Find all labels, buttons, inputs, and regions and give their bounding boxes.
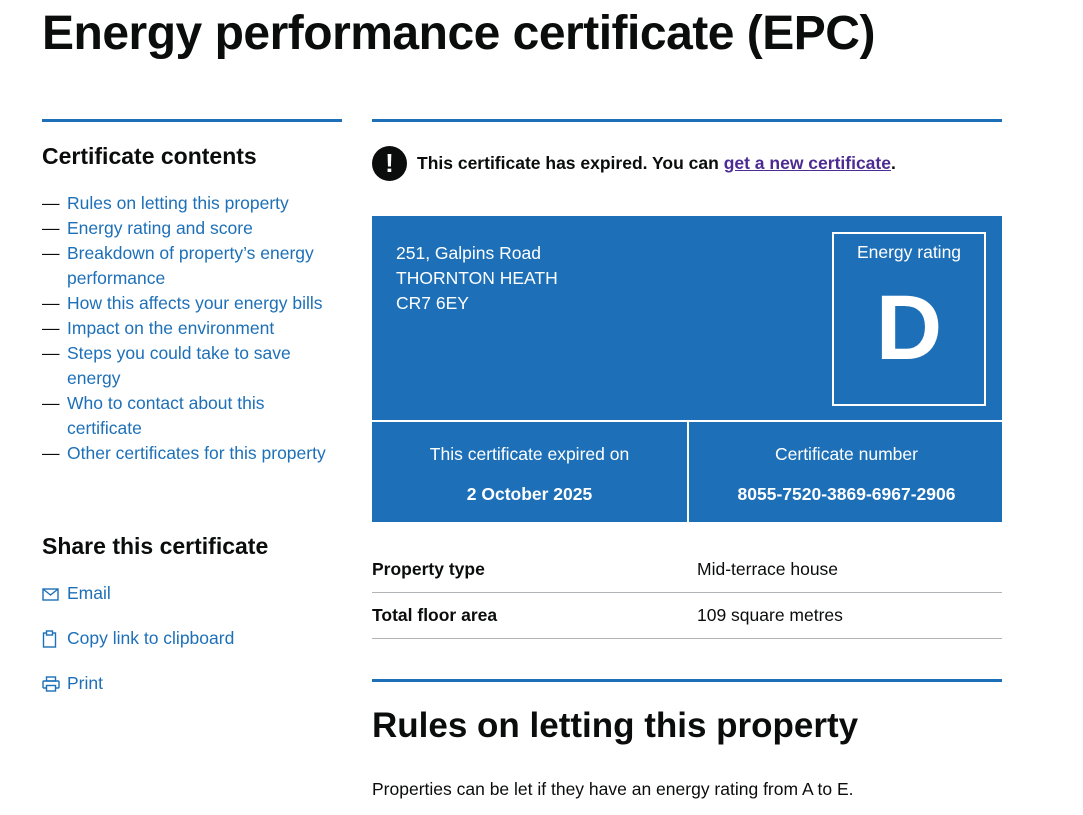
energy-rating-letter: D [875,277,943,379]
share-heading: Share this certificate [42,533,269,559]
contents-list: — Rules on letting this property — Energy … [42,191,342,466]
contents-item: — Other certificates for this property [42,441,342,466]
expiry-label: This certificate expired on [429,444,630,464]
summary-value: Mid-terrace house [697,559,839,579]
contents-link-who-to-contact[interactable]: Who to contact about this certificate [67,393,264,438]
dash: — [42,318,60,338]
section-body: Properties can be let if they have an en… [372,779,854,799]
contents-link-steps[interactable]: Steps you could take to save energy [67,343,291,388]
contents-item: — Rules on letting this property [42,191,342,216]
address-line: THORNTON HEATH [396,268,558,288]
expiry-date: 2 October 2025 [466,484,593,504]
epc-summary-box: 251, Galpins Road THORNTON HEATH CR7 6EY… [372,216,1002,522]
share-item: Print [42,671,234,716]
share-item: Copy link to clipboard [42,626,234,671]
warning-message: This certificate has expired. You can [417,153,724,173]
warning-end: . [890,153,896,173]
main-content: ! This certificate has expired. You can … [372,119,1002,799]
contents-item: — Impact on the environment [42,316,342,341]
dash: — [42,343,60,363]
contents-item: — Steps you could take to save energy [42,341,342,391]
exclamation-icon: ! [372,146,407,181]
get-new-certificate-link[interactable]: get a new certificate [724,153,891,173]
certificate-number: 8055-7520-3869-6967-2906 [737,484,956,504]
summary-key: Total floor area [372,605,498,625]
main-top-rule [372,119,1002,122]
print-button[interactable]: Print [67,671,103,696]
summary-value: 109 square metres [697,605,843,625]
dash: — [42,443,60,463]
property-address: 251, Galpins Road THORNTON HEATH CR7 6EY [396,241,558,316]
page-title: Energy performance certificate (EPC) [42,7,875,60]
summary-row: Property type Mid-terrace house [372,547,1002,593]
sidebar: Certificate contents — Rules on letting t… [42,119,342,693]
share-email-link[interactable]: Email [67,581,111,606]
certificate-number-label: Certificate number [775,444,918,464]
section-rule [372,679,1002,682]
contents-item: — Energy rating and score [42,216,342,241]
energy-rating-box: Energy rating D [832,232,986,406]
address-line: CR7 6EY [396,293,469,313]
contents-link-rules-on-letting[interactable]: Rules on letting this property [67,193,289,213]
copy-link-button[interactable]: Copy link to clipboard [67,626,234,651]
dash: — [42,193,60,213]
certificate-number-cell: Certificate number 8055-7520-3869-6967-2… [689,422,1004,522]
expiry-cell: This certificate expired on 2 October 20… [372,422,687,522]
contents-link-other-certificates[interactable]: Other certificates for this property [67,443,326,463]
contents-item: — How this affects your energy bills [42,291,342,316]
clipboard-icon [42,626,67,651]
contents-heading: Certificate contents [42,143,257,169]
expired-warning: ! This certificate has expired. You can … [372,146,896,181]
contents-link-energy-bills[interactable]: How this affects your energy bills [67,293,323,313]
dash: — [42,243,60,263]
summary-key: Property type [372,559,485,579]
energy-rating-label: Energy rating [856,242,962,262]
contents-item: — Who to contact about this certificate [42,391,342,441]
dash: — [42,218,60,238]
address-line: 251, Galpins Road [396,243,541,263]
section-title: Rules on letting this property [372,706,859,745]
contents-link-environment[interactable]: Impact on the environment [67,318,274,338]
contents-item: — Breakdown of property’s energy performa… [42,241,342,291]
share-list: Email Copy link to clipboard Print [42,581,234,716]
dash: — [42,293,60,313]
property-summary-list: Property type Mid-terrace house Total fl… [372,547,1002,639]
summary-row: Total floor area 109 square metres [372,593,1002,639]
contents-link-energy-rating[interactable]: Energy rating and score [67,218,253,238]
envelope-icon [42,581,67,606]
sidebar-top-rule [42,119,342,122]
warning-text: This certificate has expired. You can ge… [417,153,896,174]
printer-icon [42,671,67,696]
dash: — [42,393,60,413]
contents-link-breakdown[interactable]: Breakdown of property’s energy performan… [67,243,314,288]
share-item: Email [42,581,234,626]
